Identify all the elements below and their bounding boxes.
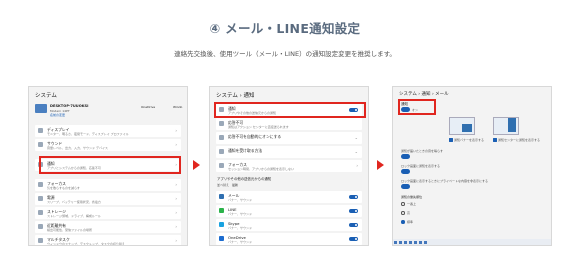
screenshot-notifications: システム › 通知 通知 アプリやその他の送信元からの通知 応答不可 通知はアクショ… bbox=[209, 86, 369, 246]
chevron-right-icon: › bbox=[175, 196, 177, 201]
search-icon[interactable] bbox=[399, 240, 402, 244]
skype-toggle[interactable] bbox=[349, 222, 358, 227]
app-row-mail[interactable]: メール バナー、サウンド bbox=[216, 191, 362, 203]
onedrive-toggle[interactable] bbox=[349, 236, 358, 241]
highlight-mail-toggle bbox=[398, 99, 436, 115]
focus-row[interactable]: フォーカス セッション時間、アプリからの通知を表示しない › bbox=[216, 160, 362, 172]
highlight-notifications bbox=[39, 156, 181, 174]
onedrive-label[interactable]: OneDrive bbox=[141, 105, 155, 109]
lock-screen-toggle[interactable] bbox=[401, 169, 410, 174]
screenshot-mail-notifications: システム › 通知 › メール 通知 オン 通知バナーを表示する 通知センターに… bbox=[392, 86, 552, 246]
center-checkbox[interactable] bbox=[493, 138, 497, 142]
panel-title: システム › 通知 bbox=[216, 93, 255, 99]
settings-row-nearby-sharing[interactable]: 近距離共有 検出可能性、受信ファイルの場所 › bbox=[35, 221, 181, 233]
skype-app-icon bbox=[219, 222, 224, 227]
browser-icon[interactable] bbox=[414, 240, 417, 244]
app-row-line[interactable]: LINE バナー、サウンド bbox=[216, 205, 362, 217]
sound-toggle[interactable] bbox=[401, 154, 410, 159]
settings-icon bbox=[219, 149, 224, 154]
settings-row-sound[interactable]: サウンド 音量レベル、出力、入力、サウンド デバイス › bbox=[35, 139, 181, 151]
notify-method-row[interactable]: 通知を受け取る方法 ⌄ bbox=[216, 146, 362, 158]
mail-toggle[interactable] bbox=[349, 194, 358, 199]
chevron-right-icon: › bbox=[175, 238, 177, 243]
app-row-onedrive[interactable]: OneDrive バナー、サウンド bbox=[216, 233, 362, 245]
moon-icon bbox=[219, 121, 224, 126]
share-icon bbox=[38, 224, 43, 229]
highlight-notifications-toggle bbox=[214, 102, 366, 118]
rename-link[interactable]: 名前の変更 bbox=[50, 113, 65, 117]
line-toggle[interactable] bbox=[349, 208, 358, 213]
settings-row-display[interactable]: ディスプレイ モニター、明るさ、夜間モード、ディスプレイ プロファイル › bbox=[35, 125, 181, 137]
sort-select[interactable]: 最新 bbox=[232, 183, 238, 187]
priority-high-label: 高 bbox=[407, 211, 411, 215]
chevron-right-icon: › bbox=[175, 224, 177, 229]
chevron-down-icon: ⌄ bbox=[354, 149, 358, 154]
taskbar bbox=[393, 239, 551, 245]
settings-row-multitasking[interactable]: マルチタスク ウィンドウのスナップ、デスクトップ、タスクの切り替え › bbox=[35, 235, 181, 245]
start-icon[interactable] bbox=[394, 240, 397, 244]
option-private: ロック画面に表示するときにプライベートな内容を非表示にする bbox=[401, 179, 489, 183]
priority-normal-label: 標準 bbox=[407, 220, 414, 224]
option-lock-screen: ロック画面に通知を表示する bbox=[401, 164, 441, 168]
chevron-right-icon: › bbox=[175, 210, 177, 215]
focus-icon bbox=[38, 182, 43, 187]
panel-title: システム bbox=[35, 93, 57, 99]
chevron-right-icon: › bbox=[175, 182, 177, 187]
settings-row-storage[interactable]: ストレージ ストレージ領域、ドライブ、構成ルール › bbox=[35, 207, 181, 219]
windows-update-label[interactable]: Windo bbox=[173, 105, 182, 109]
priority-normal-radio[interactable] bbox=[401, 220, 405, 224]
chevron-right-icon: › bbox=[175, 128, 177, 133]
line-app-icon bbox=[219, 208, 224, 213]
taskview-icon[interactable] bbox=[404, 240, 407, 244]
power-icon bbox=[38, 196, 43, 201]
device-icon bbox=[35, 104, 47, 113]
explorer-icon[interactable] bbox=[409, 240, 412, 244]
panel-title: システム › 通知 › メール bbox=[399, 92, 449, 97]
priority-top-label: 一番上 bbox=[407, 202, 417, 206]
do-not-disturb-row[interactable]: 応答不可 通知はアクション センターに直接送られます bbox=[216, 118, 362, 130]
private-toggle[interactable] bbox=[401, 184, 410, 189]
chevron-right-icon: › bbox=[175, 142, 177, 147]
banner-label: 通知バナーを表示する bbox=[454, 138, 485, 142]
storage-icon bbox=[38, 210, 43, 215]
chevron-right-icon: › bbox=[356, 163, 358, 168]
arrow-right-icon bbox=[377, 160, 384, 170]
settings-icon[interactable] bbox=[424, 240, 427, 244]
priority-top-radio[interactable] bbox=[401, 202, 405, 206]
page-title: ④ メール・LINE通知設定 bbox=[209, 21, 361, 36]
priority-heading: 通知の優先順位 bbox=[401, 195, 423, 199]
screenshot-system: システム DESKTOP-7UUOKSI Modern 14PT 名前の変更 O… bbox=[28, 86, 188, 246]
app-row-skype[interactable]: Skype バナー、サウンド bbox=[216, 219, 362, 231]
sort-label: 並べ替え bbox=[217, 183, 230, 187]
onedrive-app-icon bbox=[219, 236, 224, 241]
center-preview bbox=[493, 117, 519, 135]
mail-icon[interactable] bbox=[419, 240, 422, 244]
arrow-right-icon bbox=[193, 160, 200, 170]
chevron-down-icon: ⌄ bbox=[354, 135, 358, 140]
settings-row-focus[interactable]: フォーカス 気を散らすものを減らす › bbox=[35, 179, 181, 191]
speaker-icon bbox=[38, 142, 43, 147]
multitask-icon bbox=[38, 238, 43, 243]
center-label: 通知センターに通知を表示する bbox=[498, 138, 541, 142]
focus-icon bbox=[219, 163, 224, 168]
priority-high-radio[interactable] bbox=[401, 211, 405, 215]
mail-app-icon bbox=[219, 194, 224, 199]
settings-row-power[interactable]: 電源 スリープ、バッテリー使用状況、省電力 › bbox=[35, 193, 181, 205]
banner-checkbox[interactable] bbox=[449, 138, 453, 142]
option-sound: 通知が届いたときの音を鳴らす bbox=[401, 149, 443, 153]
device-name: DESKTOP-7UUOKSI bbox=[50, 104, 89, 108]
page-subtitle: 連絡先交換後、使用ツール（メール・LINE）の通知設定変更を推奨します。 bbox=[174, 50, 396, 58]
monitor-icon bbox=[38, 128, 43, 133]
clock-icon bbox=[219, 135, 224, 140]
banner-preview bbox=[449, 117, 475, 135]
auto-dnd-row[interactable]: 応答不可を自動的にオンにする ⌄ bbox=[216, 132, 362, 144]
apps-section-title: アプリやその他の送信元からの通知 bbox=[217, 177, 272, 181]
